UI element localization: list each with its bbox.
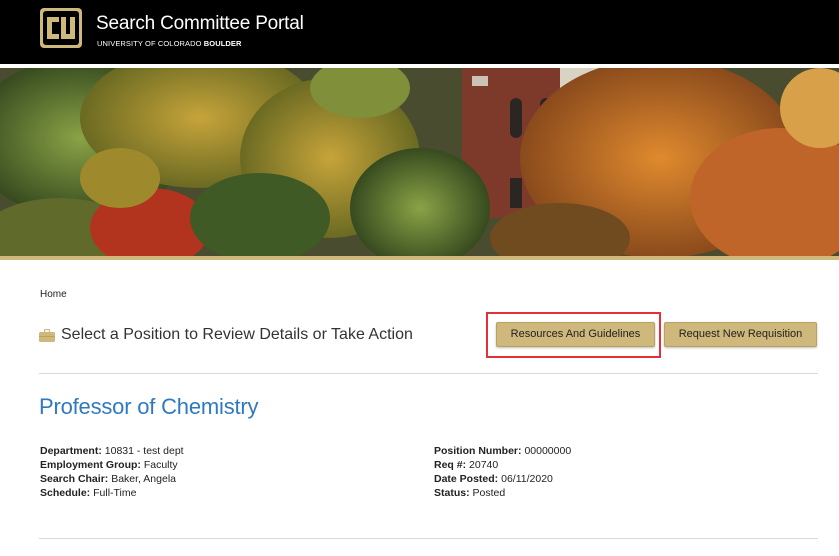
cu-logo-icon[interactable] [39, 7, 83, 49]
detail-department: Department: 10831 - test dept [40, 445, 184, 457]
briefcase-icon [39, 328, 55, 342]
position-title-link[interactable]: Professor of Chemistry [39, 394, 259, 420]
section-heading: Select a Position to Review Details or T… [39, 325, 413, 345]
detail-search-chair: Search Chair: Baker, Angela [40, 473, 177, 485]
detail-req-number: Req #: 20740 [434, 459, 499, 471]
detail-employment-group: Employment Group: Faculty [40, 459, 178, 471]
detail-position-number: Position Number: 00000000 [434, 445, 572, 457]
divider-top [39, 373, 818, 374]
portal-title[interactable]: Search Committee Portal [96, 13, 304, 35]
detail-date-posted: Date Posted: 06/11/2020 [434, 473, 553, 485]
banner-gold-line [0, 256, 839, 260]
detail-schedule: Schedule: Full-Time [40, 487, 137, 499]
top-header-bar: Search Committee Portal UNIVERSITY OF CO… [0, 0, 839, 64]
campus-banner-image [0, 68, 839, 256]
breadcrumb-home-link[interactable]: Home [40, 289, 67, 300]
breadcrumb: Home [40, 289, 67, 300]
position-details-left: Department: 10831 - test dept Employment… [40, 444, 184, 500]
request-requisition-button[interactable]: Request New Requisition [664, 322, 817, 347]
position-details-right: Position Number: 00000000 Req #: 20740 D… [434, 444, 571, 500]
subtitle-prefix: UNIVERSITY OF COLORADO [97, 39, 202, 48]
university-subtitle: UNIVERSITY OF COLORADO BOULDER [97, 39, 242, 48]
subtitle-bold: BOULDER [203, 39, 242, 48]
resources-guidelines-button[interactable]: Resources And Guidelines [496, 322, 655, 347]
detail-status: Status: Posted [434, 487, 506, 499]
divider-bottom [39, 538, 818, 539]
section-title: Select a Position to Review Details or T… [61, 326, 413, 343]
